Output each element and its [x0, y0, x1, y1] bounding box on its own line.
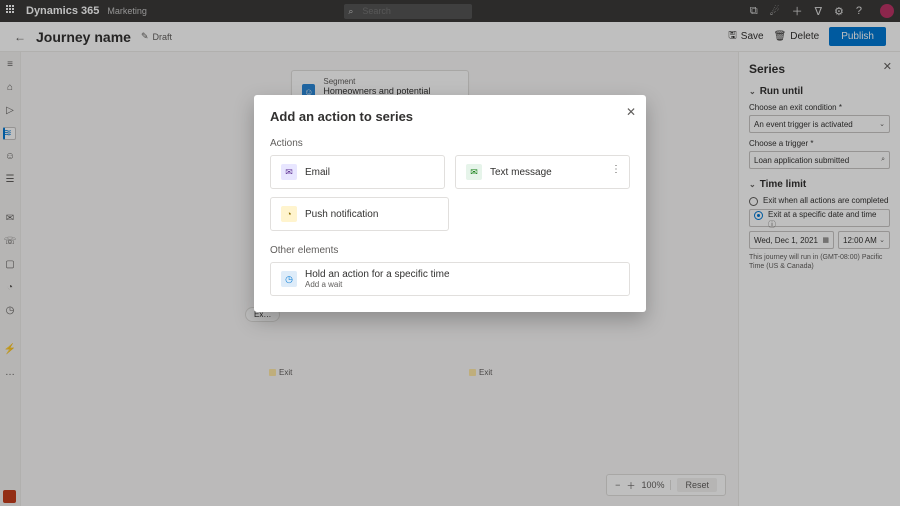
other-elements-header: Other elements [270, 245, 630, 256]
card-label: Hold an action for a specific time [305, 269, 450, 280]
action-push-card[interactable]: ◔ Push notification [270, 197, 449, 231]
action-text-card[interactable]: ✉ Text message ⋮ [455, 155, 630, 189]
sms-icon: ✉ [466, 164, 482, 180]
add-action-modal: Add an action to series ✕ Actions ✉ Emai… [254, 95, 646, 312]
card-label: Text message [490, 167, 552, 178]
clock-icon: ◷ [281, 271, 297, 287]
actions-header: Actions [270, 138, 630, 149]
card-sublabel: Add a wait [305, 280, 450, 289]
modal-close-button[interactable]: ✕ [626, 105, 636, 119]
modal-backdrop[interactable]: Add an action to series ✕ Actions ✉ Emai… [0, 0, 900, 506]
card-label: Push notification [305, 209, 378, 220]
mail-icon: ✉ [281, 164, 297, 180]
hold-action-card[interactable]: ◷ Hold an action for a specific time Add… [270, 262, 630, 296]
card-menu-button[interactable]: ⋮ [611, 164, 621, 175]
card-label: Email [305, 167, 330, 178]
modal-title: Add an action to series [270, 109, 630, 124]
bell-icon: ◔ [281, 206, 297, 222]
action-email-card[interactable]: ✉ Email [270, 155, 445, 189]
